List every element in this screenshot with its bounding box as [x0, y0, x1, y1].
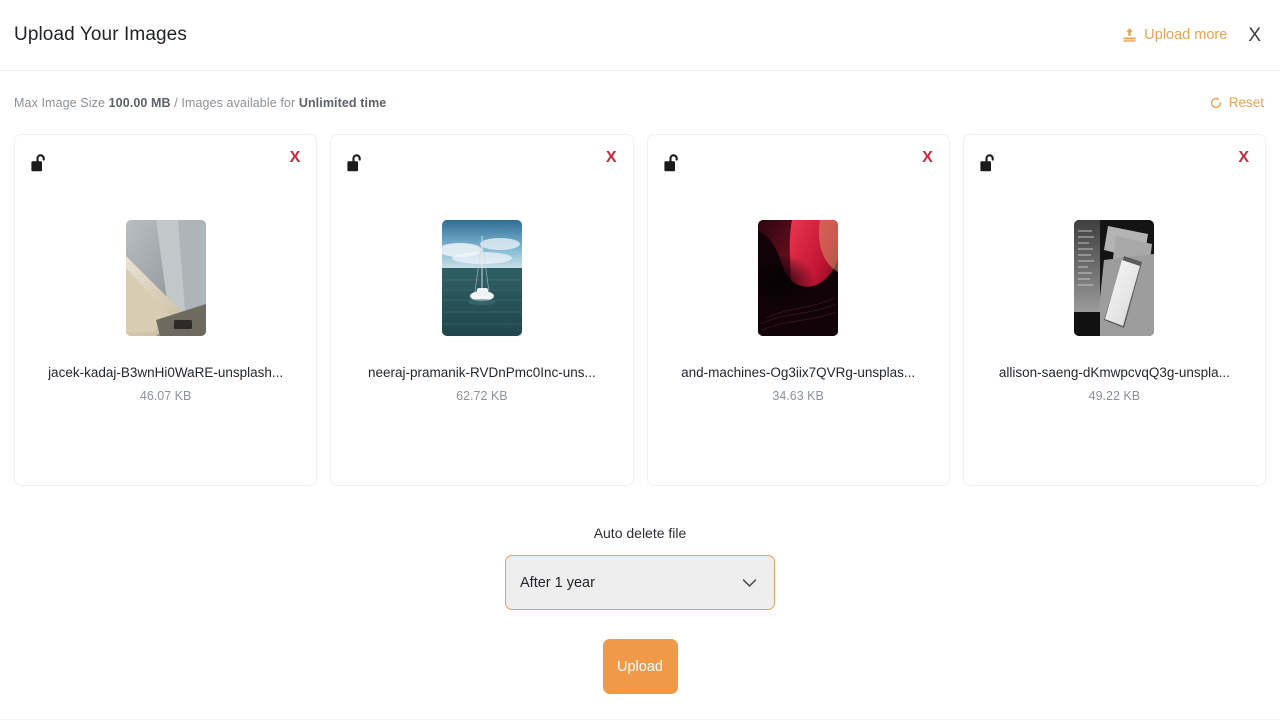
- unlock-icon[interactable]: [662, 152, 684, 175]
- unlock-icon[interactable]: [978, 152, 1000, 175]
- availability-separator: / Images available for: [170, 95, 299, 110]
- image-filesize: 62.72 KB: [456, 389, 508, 403]
- availability-value: Unlimited time: [298, 95, 387, 110]
- auto-delete-selected-value: After 1 year: [520, 574, 595, 591]
- upload-more-label: Upload more: [1144, 27, 1228, 43]
- upload-page: Upload Your Images Upload more X Max Ima…: [0, 0, 1280, 720]
- image-filename: neeraj-pramanik-RVDnPmc0Inc-uns...: [367, 365, 596, 380]
- upload-more-button[interactable]: Upload more: [1122, 27, 1227, 43]
- size-availability-text: Max Image Size 100.00 MB / Images availa…: [14, 96, 386, 110]
- image-card-grid: X jacek-kadaj-B3wnHi0WaRE-unsplash... 46…: [0, 134, 1280, 486]
- upload-controls: Auto delete file After 1 year Upload: [0, 486, 1280, 720]
- unlock-icon[interactable]: [29, 152, 51, 175]
- auto-delete-select[interactable]: After 1 year: [505, 555, 775, 610]
- image-thumbnail: [125, 220, 206, 336]
- upload-icon: [1122, 27, 1137, 43]
- image-thumbnail: [441, 220, 522, 336]
- close-icon[interactable]: X: [1245, 24, 1264, 47]
- page-header: Upload Your Images Upload more X: [0, 0, 1280, 71]
- image-filesize: 46.07 KB: [139, 389, 192, 403]
- chevron-down-icon: [742, 578, 757, 588]
- image-card[interactable]: X: [962, 134, 1266, 486]
- header-actions: Upload more X: [1122, 24, 1266, 47]
- image-filename: allison-saeng-dKmwpcvqQ3g-unspla...: [998, 365, 1230, 380]
- image-card[interactable]: X: [14, 134, 318, 486]
- remove-image-button[interactable]: X: [1238, 150, 1249, 166]
- refresh-icon: [1209, 96, 1223, 110]
- image-filename: jacek-kadaj-B3wnHi0WaRE-unsplash...: [48, 365, 284, 380]
- upload-button[interactable]: Upload: [602, 639, 678, 694]
- unlock-icon[interactable]: [345, 152, 367, 175]
- remove-image-button[interactable]: X: [606, 150, 617, 166]
- image-thumbnail: [1074, 220, 1155, 336]
- remove-image-button[interactable]: X: [290, 150, 301, 166]
- auto-delete-label: Auto delete file: [593, 525, 687, 541]
- image-thumbnail: [758, 220, 839, 336]
- reset-label: Reset: [1228, 95, 1264, 110]
- info-bar: Max Image Size 100.00 MB / Images availa…: [0, 71, 1280, 134]
- remove-image-button[interactable]: X: [922, 150, 933, 166]
- image-card[interactable]: X: [330, 134, 634, 486]
- image-filename: and-machines-Og3iix7QVRg-unsplas...: [681, 365, 916, 380]
- max-size-prefix: Max Image Size: [14, 95, 109, 110]
- image-card[interactable]: X: [646, 134, 950, 486]
- image-filesize: 49.22 KB: [1088, 389, 1141, 403]
- page-title: Upload Your Images: [14, 24, 187, 45]
- reset-button[interactable]: Reset: [1209, 95, 1264, 110]
- max-size-value: 100.00 MB: [108, 95, 171, 110]
- image-filesize: 34.63 KB: [772, 389, 824, 403]
